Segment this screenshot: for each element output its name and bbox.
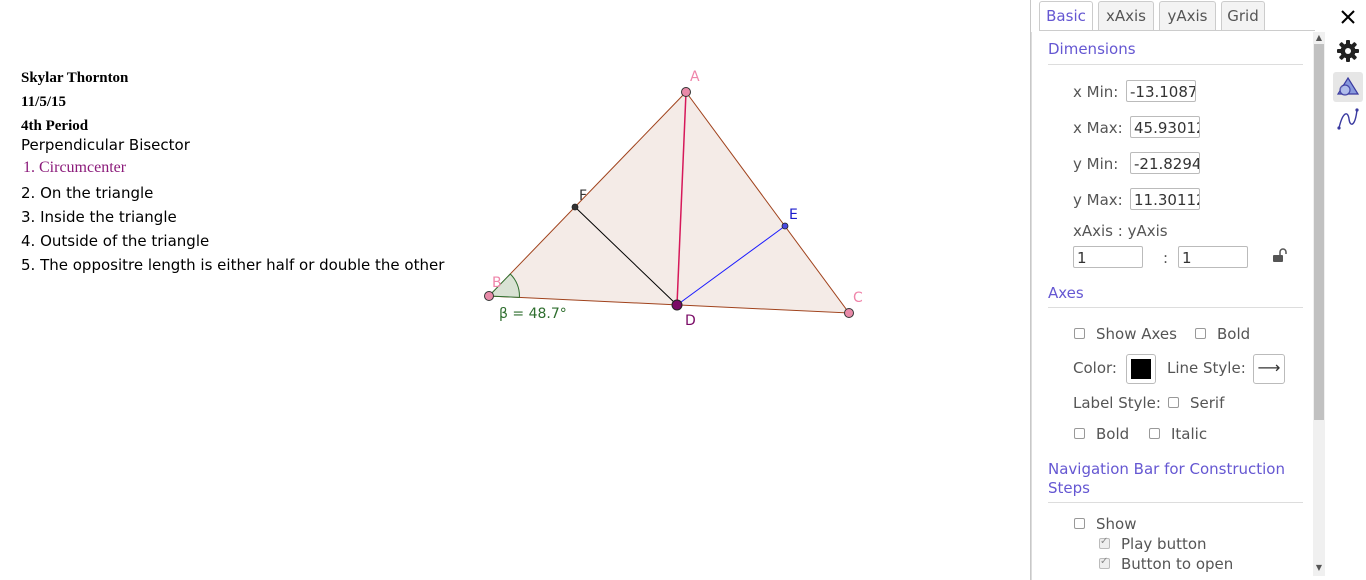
scrollbar-thumb[interactable] [1314,44,1324,420]
label-b: B [492,275,502,291]
ratio-y-input[interactable]: 1 [1178,246,1248,268]
label-italic-checkbox[interactable] [1149,428,1160,439]
xmax-input[interactable]: 45.93012 [1130,116,1200,138]
show-navbar-label: Show [1096,515,1137,533]
label-bold-label: Bold [1096,425,1130,443]
graphics-view-icon [1336,76,1360,96]
axes-bold-checkbox[interactable] [1195,328,1206,339]
ymax-label: y Max: [1073,191,1123,209]
axis-color-swatch [1131,359,1151,379]
point-a[interactable] [681,87,691,97]
show-axes-label: Show Axes [1096,325,1177,343]
tab-xaxis[interactable]: xAxis [1098,1,1154,30]
button-to-open-checkbox[interactable] [1099,556,1110,569]
xmin-label: x Min: [1073,83,1119,101]
graphics-settings-button[interactable] [1333,72,1363,102]
color-label: Color: [1073,359,1117,377]
settings-button[interactable] [1333,36,1363,66]
graphics-view[interactable]: Skylar Thornton 11/5/15 4th Period Perpe… [0,0,1030,580]
line-style-button[interactable]: ⟶ [1253,354,1285,384]
gear-icon [1337,40,1359,62]
serif-label: Serif [1190,394,1225,412]
label-bold-checkbox[interactable] [1074,428,1085,439]
ymin-label: y Min: [1073,155,1119,173]
show-axes-checkbox[interactable] [1074,328,1085,339]
function-graph-icon [1337,108,1359,130]
tab-underline [1039,30,1315,31]
close-icon [1341,10,1355,24]
dimensions-section-title: Dimensions [1048,40,1136,58]
tab-grid[interactable]: Grid [1221,1,1265,30]
label-style-label: Label Style: [1073,394,1161,412]
point-f[interactable] [571,203,579,211]
line-style-label: Line Style: [1167,359,1246,377]
section-divider [1048,307,1303,308]
settings-panel: Basic xAxis yAxis Grid Dimensions x Min:… [1031,0,1329,580]
point-c[interactable] [844,308,854,318]
xmin-input[interactable]: -13.1087 [1126,80,1196,102]
tab-basic[interactable]: Basic [1039,1,1093,31]
ymin-input[interactable]: -21.8294 [1130,152,1200,174]
close-button[interactable] [1333,2,1363,32]
lock-icon[interactable] [1272,248,1288,264]
axis-color-button[interactable] [1126,354,1156,384]
ratio-x-input[interactable]: 1 [1073,246,1143,268]
axes-section-title: Axes [1048,284,1084,302]
label-e: E [789,207,798,223]
ratio-separator: : [1163,249,1169,267]
show-navbar-checkbox[interactable] [1074,518,1085,529]
ymax-input[interactable]: 11.30112 [1130,188,1200,210]
settings-content: Dimensions x Min: -13.1087 x Max: 45.930… [1031,32,1312,580]
angle-beta-label: β = 48.7° [499,306,567,322]
section-divider [1048,502,1303,503]
point-d[interactable] [671,299,683,311]
axis-ratio-label: xAxis : yAxis [1073,222,1168,240]
triangle-abc[interactable] [487,91,851,314]
tab-yaxis[interactable]: yAxis [1159,1,1216,30]
point-e[interactable] [781,222,789,230]
button-to-open-label: Button to open [1121,555,1234,573]
label-d: D [685,313,696,329]
settings-side-toolbar [1329,0,1366,580]
construction-drawing[interactable]: A B C D E F β = 48.7° [0,0,1030,580]
label-c: C [853,290,863,306]
label-f: F [579,188,587,204]
play-button-label: Play button [1121,535,1207,553]
label-italic-label: Italic [1171,425,1208,443]
navbar-section-title: Navigation Bar for Construction Steps [1048,460,1285,497]
section-divider [1048,64,1303,65]
scroll-up-arrow-icon[interactable]: ▲ [1313,32,1325,44]
axes-bold-label: Bold [1217,325,1251,343]
point-b[interactable] [484,291,494,301]
scroll-down-arrow-icon[interactable]: ▼ [1313,562,1325,574]
serif-checkbox[interactable] [1168,397,1179,408]
algebra-settings-button[interactable] [1333,104,1363,134]
xmax-label: x Max: [1073,119,1123,137]
label-a: A [690,69,700,85]
play-button-checkbox[interactable] [1099,536,1110,549]
